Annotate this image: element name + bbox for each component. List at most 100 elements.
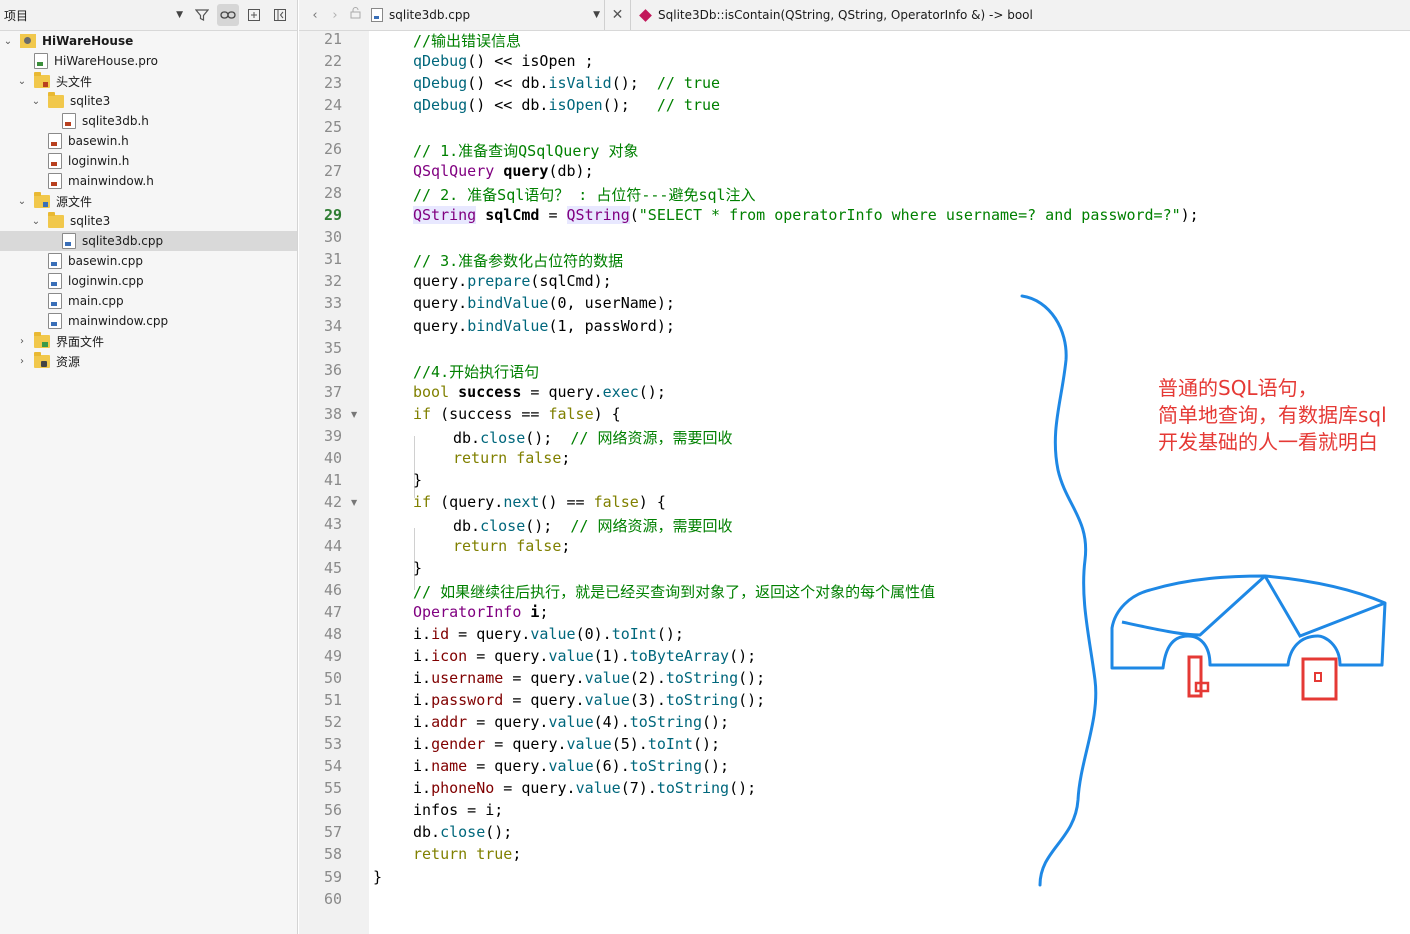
sidebar-close-icon[interactable] (269, 4, 291, 26)
code-token: username (431, 669, 504, 688)
chevron-right-icon[interactable]: › (16, 356, 28, 367)
fold-toggle-icon[interactable]: ▼ (351, 498, 357, 507)
chevron-right-icon[interactable]: › (16, 336, 28, 347)
line-number: 60 (323, 889, 342, 908)
tree-item[interactable]: ⌄ HiWareHouse (0, 31, 297, 51)
tree-item[interactable]: ⌄ sqlite3 (0, 211, 297, 231)
tree-item[interactable]: › 界面文件 (0, 331, 297, 351)
code-token: isOpen (548, 96, 603, 115)
tree-item[interactable]: main.cpp (0, 291, 297, 311)
chevron-down-icon[interactable]: ⌄ (30, 96, 42, 107)
code-token: // 如果继续往后执行，就是已经买查询到对象了，返回这个对象的每个属性值 (413, 583, 936, 601)
code-line: qDebug() << db.isOpen(); // true (413, 96, 720, 116)
cpp-file-icon (48, 293, 62, 309)
tree-item-label: 源文件 (56, 194, 93, 209)
forward-arrow-icon[interactable]: › (325, 8, 345, 23)
code-line: } (373, 868, 382, 888)
tree-item[interactable]: › 资源 (0, 351, 297, 371)
lock-icon[interactable] (345, 7, 365, 23)
code-token: // true (656, 74, 721, 93)
view-dropdown-arrow-icon[interactable]: ▼ (176, 10, 183, 20)
code-token: = query. (467, 647, 549, 666)
code-token: QString (566, 206, 630, 225)
line-number: 53 (323, 735, 342, 754)
line-number: 44 (323, 536, 342, 555)
tree-item[interactable]: ⌄ sqlite3 (0, 91, 297, 111)
code-token: db. (413, 823, 441, 842)
close-icon[interactable]: ✕ (605, 0, 631, 30)
chevron-down-icon[interactable]: ⌄ (16, 76, 28, 87)
code-token: (); (525, 428, 571, 447)
split-icon[interactable] (243, 4, 265, 26)
back-arrow-icon[interactable]: ‹ (305, 8, 325, 23)
project-icon (20, 34, 36, 48)
tree-item[interactable]: ⌄ 源文件 (0, 191, 297, 211)
code-line: i.gender = query.value(5).toInt(); (413, 735, 720, 755)
source-folder-icon (34, 191, 50, 208)
line-number: 47 (323, 603, 342, 622)
cpp-file-icon (48, 273, 62, 289)
line-number: 54 (323, 757, 342, 776)
code-token: (5). (611, 735, 648, 754)
code-token: close (440, 823, 486, 842)
code-token: toString (665, 669, 739, 688)
line-number: 32 (323, 272, 342, 291)
tree-item[interactable]: basewin.h (0, 131, 297, 151)
tree-item-label: mainwindow.h (68, 174, 154, 188)
code-token: = query. (494, 779, 576, 798)
tree-item[interactable]: basewin.cpp (0, 251, 297, 271)
function-selector[interactable]: Sqlite3Db::isContain(QString, QString, O… (631, 8, 1033, 22)
code-token: query. (413, 316, 468, 335)
tree-item[interactable]: loginwin.cpp (0, 271, 297, 291)
link-icon[interactable] (217, 4, 239, 26)
line-number: 26 (323, 140, 342, 159)
filter-icon[interactable] (191, 4, 213, 26)
line-number: 40 (323, 448, 342, 467)
tree-item[interactable]: mainwindow.h (0, 171, 297, 191)
tree-item[interactable]: HiWareHouse.pro (0, 51, 297, 71)
code-line: i.addr = query.value(4).toString(); (413, 713, 729, 733)
code-line: i.phoneNo = query.value(7).toString(); (413, 779, 756, 799)
tree-item-label: loginwin.h (68, 154, 130, 168)
code-editor[interactable]: //输出错误信息 qDebug() << isOpen ; qDebug() << … (373, 31, 1410, 934)
code-token: ; (539, 603, 549, 622)
code-line: query.bindValue(0, userName); (413, 294, 675, 314)
code-token: return (453, 448, 508, 467)
code-line: i.icon = query.value(1).toByteArray(); (413, 647, 756, 667)
code-token: i. (413, 779, 432, 798)
code-token: } (373, 867, 383, 886)
tree-item[interactable]: ⌄ 头文件 (0, 71, 297, 91)
code-token: false (516, 448, 562, 467)
code-token: i. (413, 757, 432, 776)
tree-item-label: 资源 (56, 354, 81, 369)
chevron-down-icon[interactable]: ⌄ (2, 36, 14, 47)
tree-item[interactable]: sqlite3db.h (0, 111, 297, 131)
code-line: //输出错误信息 (413, 30, 521, 50)
tree-item-label: sqlite3 (70, 214, 111, 228)
line-number: 42 (323, 492, 342, 511)
code-line: i.id = query.value(0).toInt(); (413, 625, 684, 645)
tree-item-label: mainwindow.cpp (68, 314, 169, 328)
code-token: if (413, 492, 432, 511)
tree-item-label: HiWareHouse.pro (54, 54, 158, 68)
tree-item[interactable]: sqlite3db.cpp (0, 231, 297, 251)
tree-item[interactable]: mainwindow.cpp (0, 311, 297, 331)
tree-item-label: basewin.cpp (68, 254, 144, 268)
code-token: (success == (431, 404, 549, 423)
tree-item[interactable]: loginwin.h (0, 151, 297, 171)
code-token: value (548, 757, 594, 776)
open-file-selector[interactable]: sqlite3db.cpp ▼ (365, 0, 605, 30)
line-number: 59 (323, 867, 342, 886)
code-token: (); (702, 757, 730, 776)
chevron-down-icon[interactable]: ⌄ (30, 216, 42, 227)
code-token: (); (702, 713, 730, 732)
code-token: isValid (548, 74, 612, 93)
code-token: (db); (548, 162, 594, 181)
code-token: = query. (467, 757, 549, 776)
fold-toggle-icon[interactable]: ▼ (351, 410, 357, 419)
code-token: ) { (593, 404, 621, 423)
annotation-line-3: 开发基础的人一看就明白 (1158, 430, 1378, 454)
project-toolbar: 项目 ▼ (0, 0, 297, 31)
chevron-down-icon[interactable]: ⌄ (16, 196, 28, 207)
